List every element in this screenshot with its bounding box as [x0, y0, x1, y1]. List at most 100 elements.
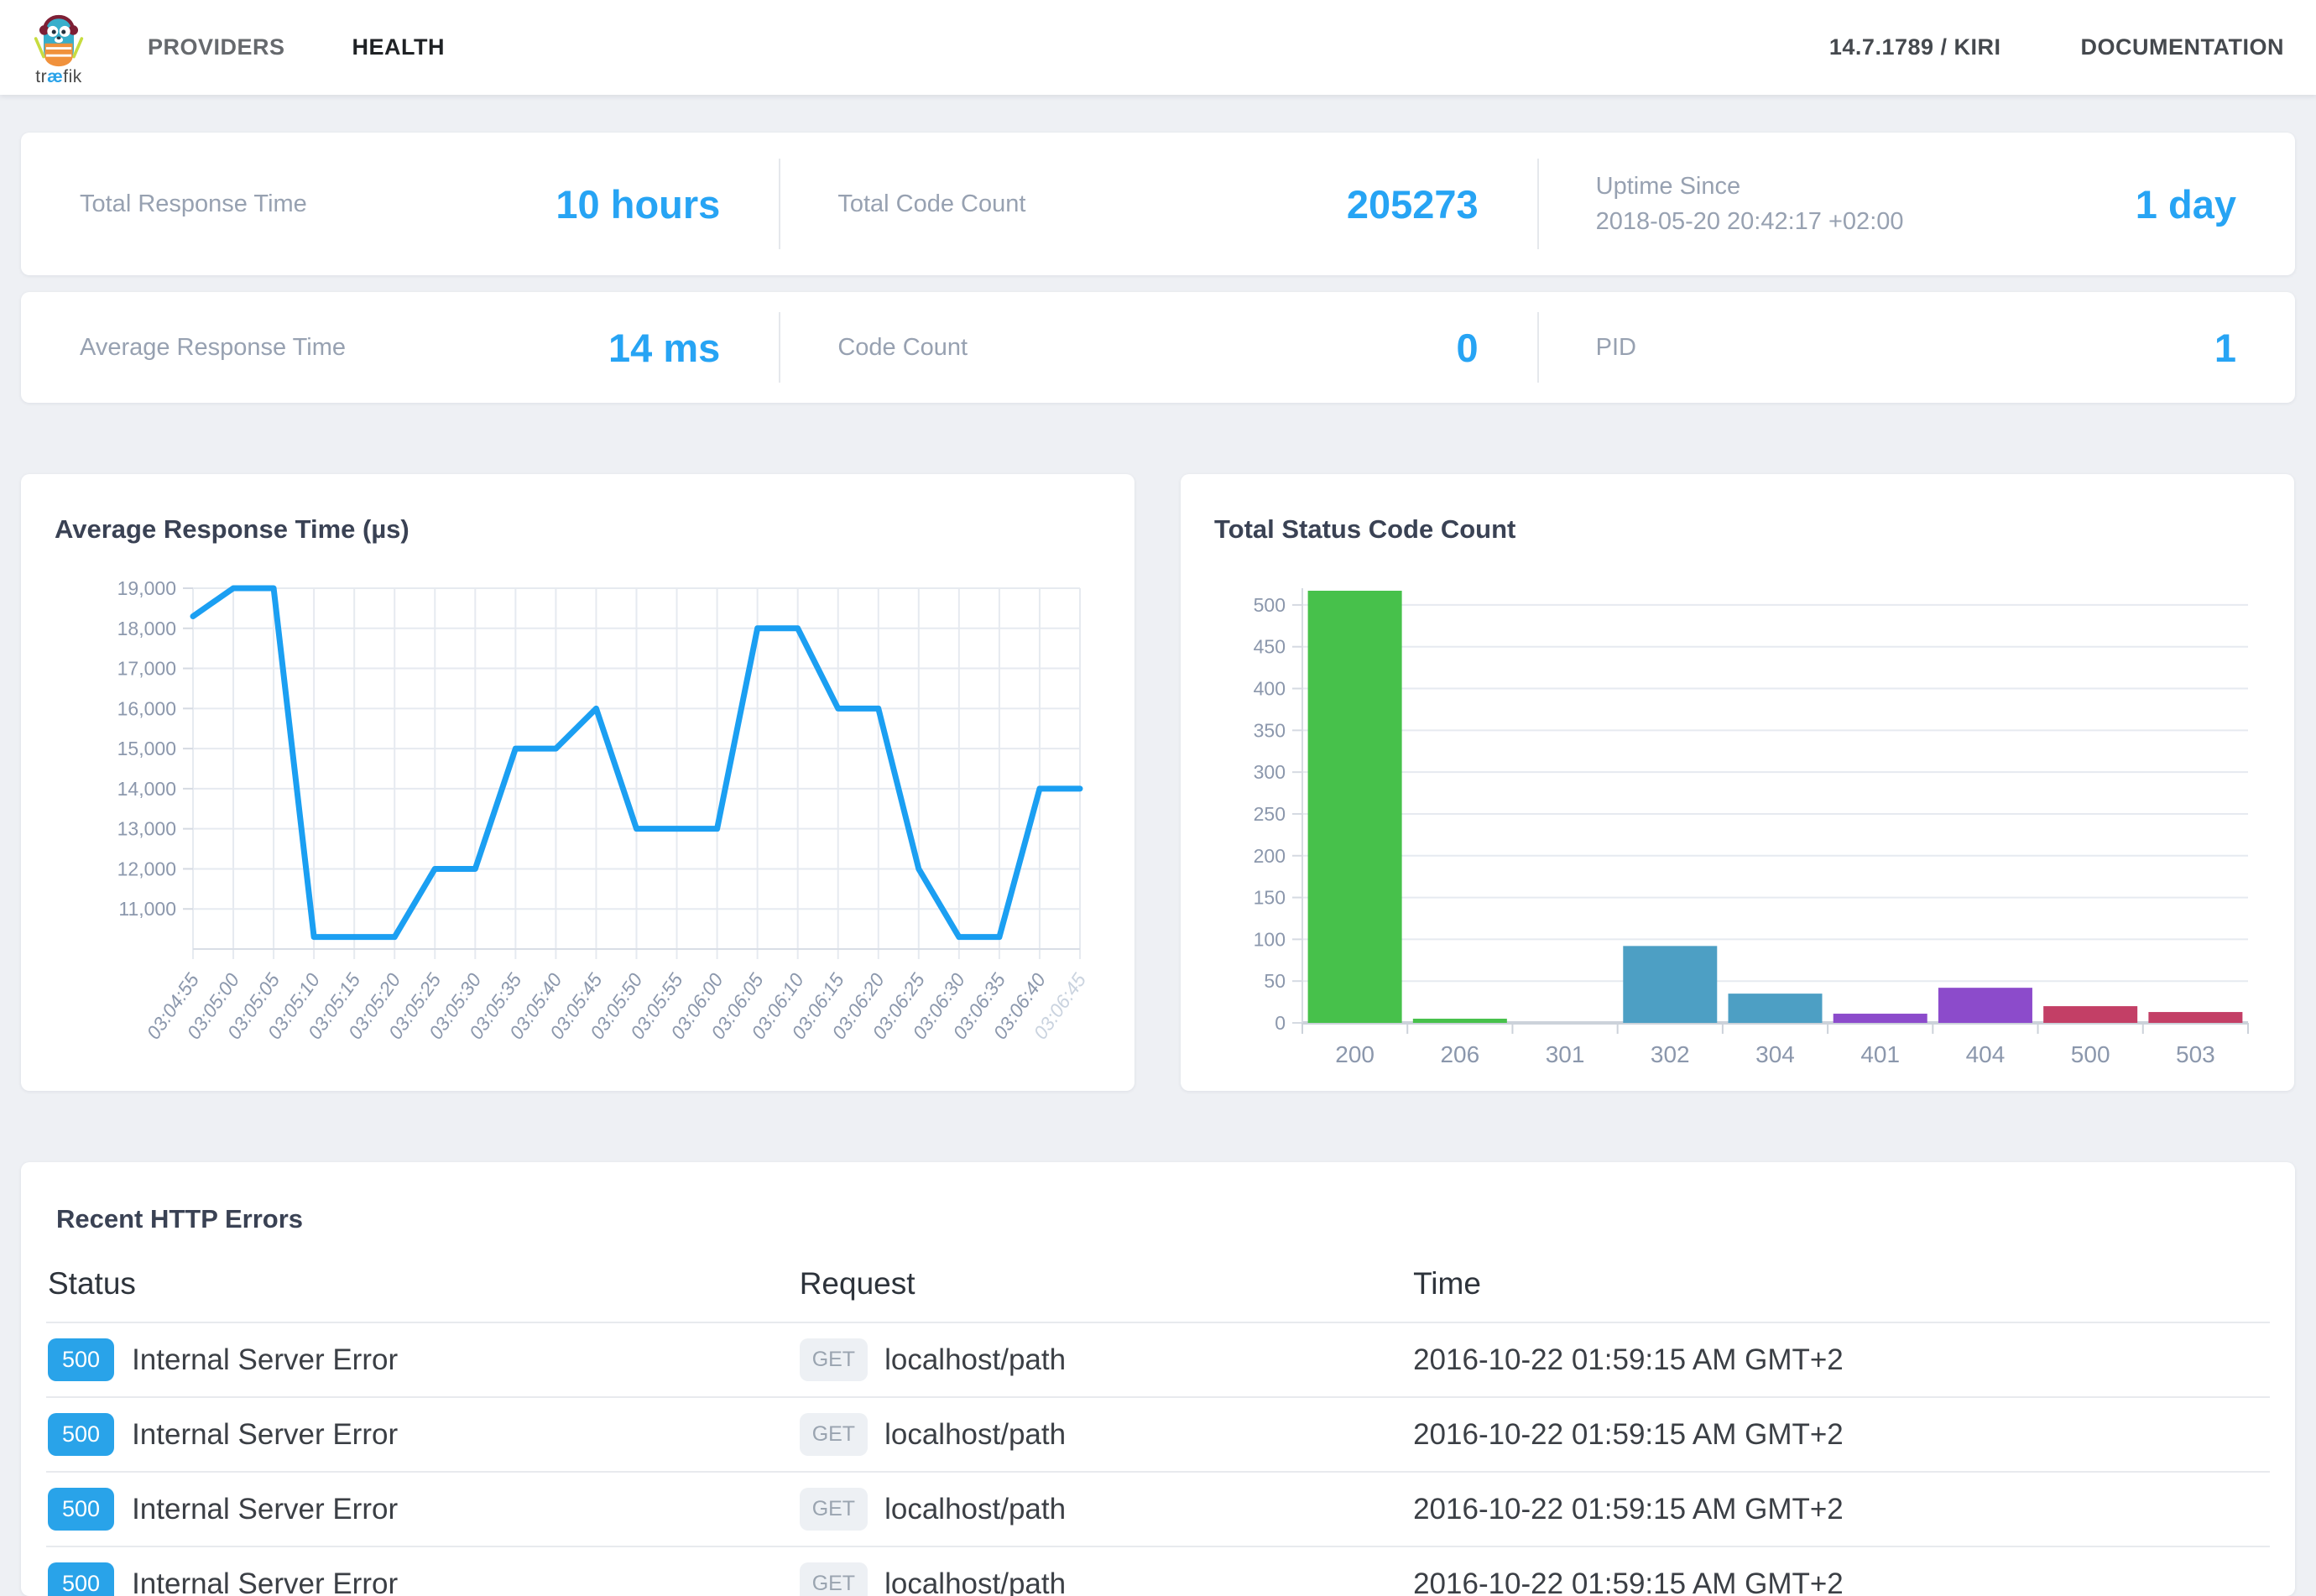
- svg-text:300: 300: [1254, 761, 1286, 783]
- stat-value: 1 day: [2136, 181, 2236, 227]
- stat-label: Total Response Time: [80, 186, 307, 222]
- stats-card-totals: Total Response Time 10 hours Total Code …: [21, 133, 2295, 275]
- status-cell: 500 Internal Server Error: [48, 1488, 798, 1531]
- svg-text:304: 304: [1755, 1041, 1795, 1067]
- error-time: 2016-10-22 01:59:15 AM GMT+2: [1413, 1343, 2270, 1377]
- uptime-since-datetime: 2018-05-20 20:42:17 +02:00: [1596, 204, 1904, 239]
- http-method-badge: GET: [800, 1338, 868, 1381]
- stat-value: 14 ms: [608, 325, 720, 371]
- error-table-row: 500 Internal Server Error GET localhost/…: [46, 1322, 2270, 1397]
- documentation-link[interactable]: DOCUMENTATION: [2081, 34, 2284, 60]
- errors-table-header: Status Request Time: [46, 1258, 2270, 1322]
- http-method-badge: GET: [800, 1562, 868, 1596]
- traefik-gopher-icon: [31, 8, 86, 69]
- status-cell: 500 Internal Server Error: [48, 1562, 798, 1596]
- svg-text:250: 250: [1254, 803, 1286, 825]
- svg-text:12,000: 12,000: [117, 858, 176, 879]
- stat-value: 205273: [1347, 181, 1479, 227]
- nav-health[interactable]: HEALTH: [352, 34, 446, 60]
- avg-response-time-chart-card: Average Response Time (µs) 11,00012,0001…: [21, 474, 1135, 1091]
- col-header-time: Time: [1411, 1258, 2270, 1322]
- col-header-status: Status: [46, 1258, 798, 1322]
- svg-text:15,000: 15,000: [117, 738, 176, 759]
- svg-text:206: 206: [1440, 1041, 1479, 1067]
- col-header-request: Request: [798, 1258, 1411, 1322]
- svg-text:404: 404: [1966, 1041, 2006, 1067]
- svg-text:450: 450: [1254, 636, 1286, 658]
- svg-text:17,000: 17,000: [117, 658, 176, 680]
- request-cell: GET localhost/path: [800, 1488, 1411, 1531]
- request-path: localhost/path: [884, 1567, 1066, 1596]
- status-code-bar-chart: 0 50 100 150 200 250 300 350 400 450 500 200 206 301 3…: [1210, 571, 2265, 1067]
- svg-text:401: 401: [1860, 1041, 1900, 1067]
- svg-text:18,000: 18,000: [117, 618, 176, 639]
- error-time: 2016-10-22 01:59:15 AM GMT+2: [1413, 1493, 2270, 1526]
- stat-total-code-count: Total Code Count 205273: [779, 133, 1536, 275]
- error-message: Internal Server Error: [132, 1343, 398, 1377]
- error-time: 2016-10-22 01:59:15 AM GMT+2: [1413, 1567, 2270, 1596]
- svg-text:16,000: 16,000: [117, 697, 176, 719]
- stat-average-response-time: Average Response Time 14 ms: [21, 292, 779, 403]
- http-method-badge: GET: [800, 1488, 868, 1531]
- stat-total-response-time: Total Response Time 10 hours: [21, 133, 779, 275]
- error-message: Internal Server Error: [132, 1418, 398, 1452]
- svg-text:0: 0: [1275, 1012, 1286, 1034]
- error-time: 2016-10-22 01:59:15 AM GMT+2: [1413, 1418, 2270, 1452]
- errors-table: Status Request Time 500 Internal Server …: [46, 1258, 2270, 1596]
- svg-text:500: 500: [1254, 594, 1286, 616]
- stat-label: Code Count: [837, 330, 968, 365]
- status-cell: 500 Internal Server Error: [48, 1338, 798, 1381]
- status-code-badge: 500: [48, 1413, 114, 1456]
- top-navbar: træfik PROVIDERS HEALTH 14.7.1789 / KIRI…: [0, 0, 2316, 95]
- request-path: localhost/path: [884, 1493, 1066, 1526]
- stat-code-count: Code Count 0: [779, 292, 1536, 403]
- svg-text:19,000: 19,000: [117, 577, 176, 599]
- status-cell: 500 Internal Server Error: [48, 1413, 798, 1456]
- status-code-chart-card: Total Status Code Count 0 50 100 150 200 250 3…: [1181, 474, 2294, 1091]
- svg-text:500: 500: [2071, 1041, 2110, 1067]
- stat-pid: PID 1: [1537, 292, 2295, 403]
- request-cell: GET localhost/path: [800, 1562, 1411, 1596]
- svg-text:150: 150: [1254, 887, 1286, 909]
- svg-text:302: 302: [1651, 1041, 1690, 1067]
- navbar-right: 14.7.1789 / KIRI DOCUMENTATION: [1829, 34, 2284, 60]
- request-cell: GET localhost/path: [800, 1413, 1411, 1456]
- recent-http-errors-card: Recent HTTP Errors Status Request Time 5…: [21, 1162, 2295, 1596]
- svg-text:301: 301: [1546, 1041, 1585, 1067]
- nav-providers[interactable]: PROVIDERS: [148, 34, 285, 60]
- status-code-badge: 500: [48, 1562, 114, 1596]
- stat-label: Total Code Count: [837, 186, 1025, 222]
- error-table-row: 500 Internal Server Error GET localhost/…: [46, 1546, 2270, 1596]
- status-code-badge: 500: [48, 1338, 114, 1381]
- svg-text:503: 503: [2176, 1041, 2215, 1067]
- stat-value: 1: [2214, 325, 2236, 371]
- svg-text:14,000: 14,000: [117, 778, 176, 800]
- stat-label: PID: [1596, 330, 1636, 365]
- svg-text:200: 200: [1254, 845, 1286, 867]
- status-code-badge: 500: [48, 1488, 114, 1531]
- line-chart-title: Average Response Time (µs): [50, 514, 1105, 545]
- traefik-logo[interactable]: træfik: [18, 8, 99, 87]
- svg-text:13,000: 13,000: [117, 818, 176, 840]
- svg-text:350: 350: [1254, 719, 1286, 741]
- logo-wordmark: træfik: [35, 67, 82, 87]
- stat-value: 0: [1457, 325, 1479, 371]
- bar-chart-title: Total Status Code Count: [1210, 514, 2265, 545]
- request-path: localhost/path: [884, 1418, 1066, 1452]
- http-method-badge: GET: [800, 1413, 868, 1456]
- request-cell: GET localhost/path: [800, 1338, 1411, 1381]
- avg-response-time-line-chart: 11,00012,00013,00014,00015,00016,00017,0…: [50, 571, 1105, 1067]
- stat-uptime: Uptime Since 2018-05-20 20:42:17 +02:00 …: [1537, 133, 2295, 275]
- stat-value: 10 hours: [556, 181, 720, 227]
- stat-label: Average Response Time: [80, 330, 346, 365]
- svg-text:50: 50: [1264, 970, 1286, 992]
- error-message: Internal Server Error: [132, 1567, 398, 1596]
- svg-text:400: 400: [1254, 678, 1286, 700]
- version-label: 14.7.1789 / KIRI: [1829, 34, 2001, 60]
- errors-table-title: Recent HTTP Errors: [46, 1204, 2270, 1234]
- svg-text:200: 200: [1335, 1041, 1374, 1067]
- main-nav: PROVIDERS HEALTH: [148, 34, 445, 60]
- svg-text:100: 100: [1254, 928, 1286, 950]
- error-message: Internal Server Error: [132, 1493, 398, 1526]
- stats-card-current: Average Response Time 14 ms Code Count 0…: [21, 292, 2295, 403]
